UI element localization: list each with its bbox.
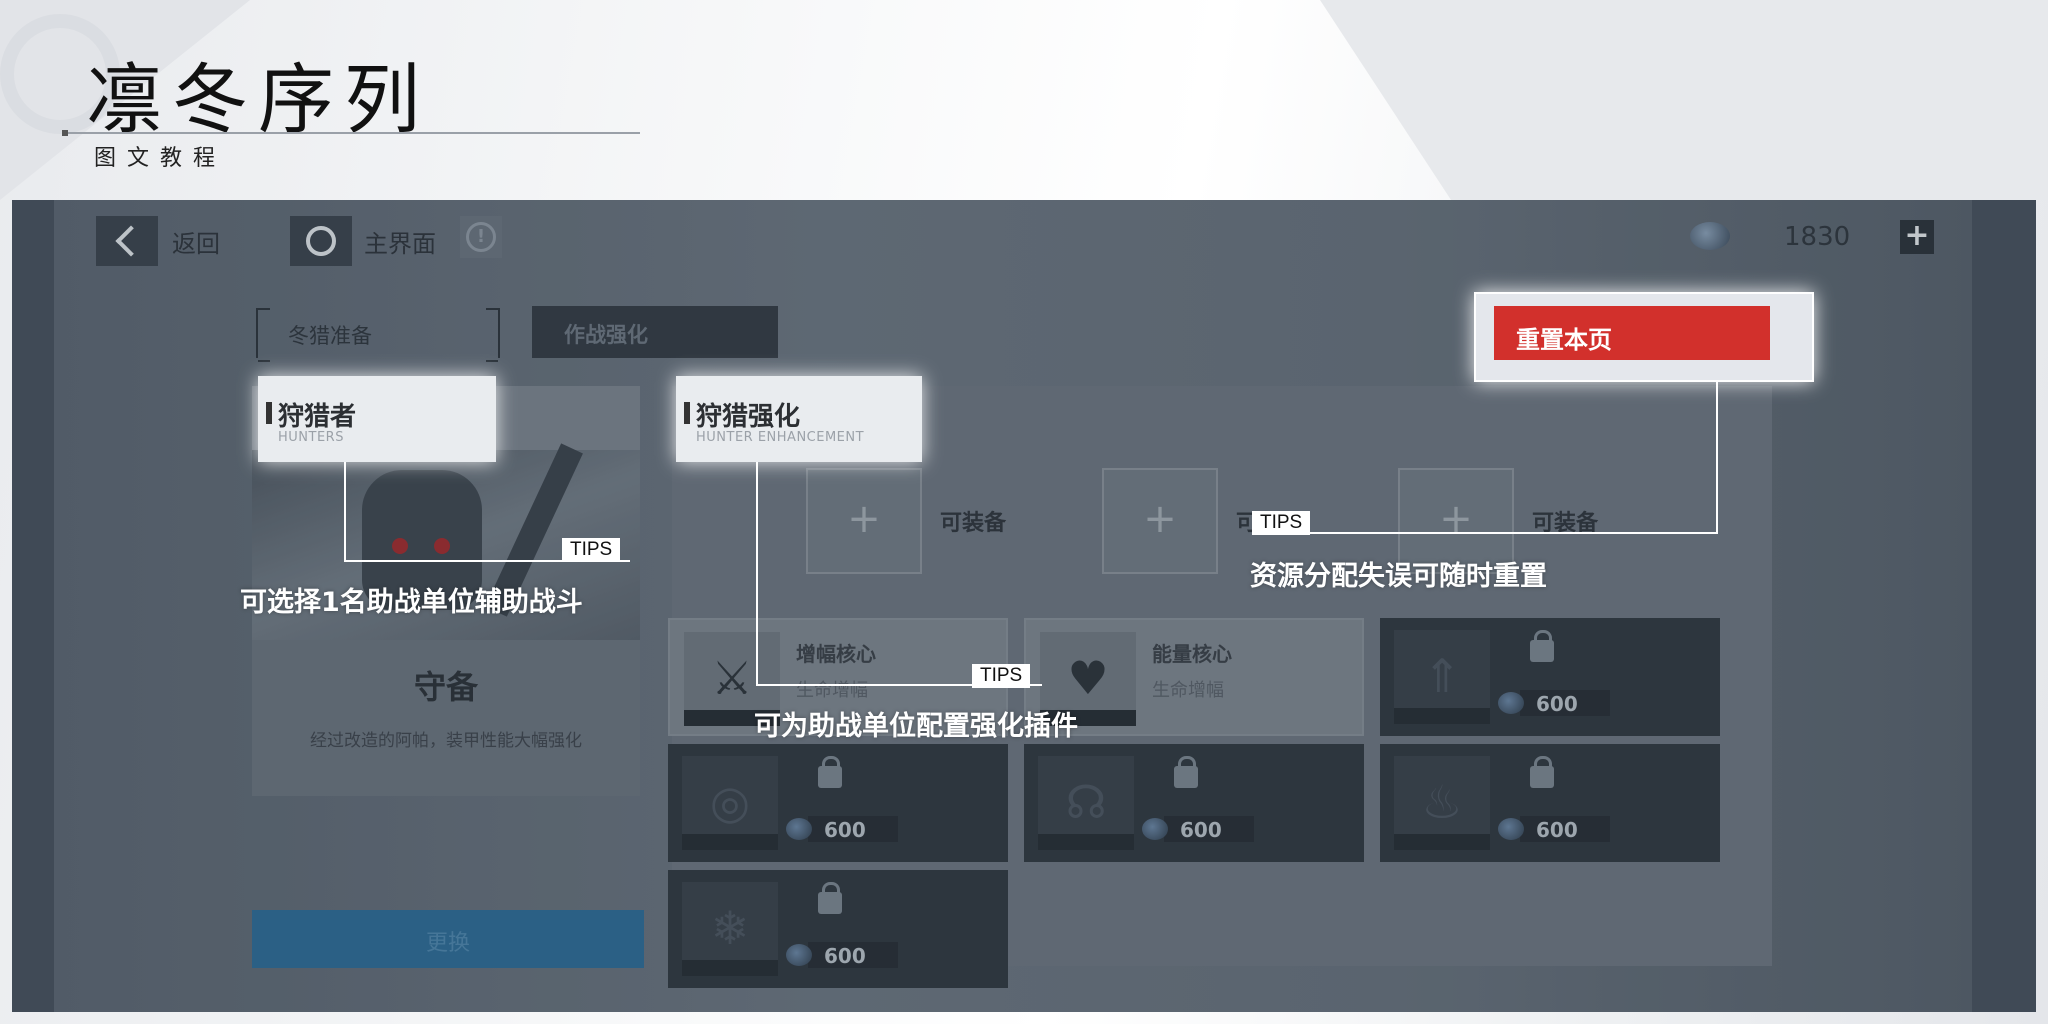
- connector-line: [1716, 382, 1718, 534]
- reset-tip-text: 资源分配失误可随时重置: [1250, 561, 1547, 592]
- enhancement-title: 狩猎强化: [696, 402, 801, 432]
- hunter-tip-text: 可选择1名助战单位辅助战斗: [240, 587, 583, 618]
- hunters-callout: 狩猎者 HUNTERS: [258, 376, 496, 462]
- title-divider: [64, 132, 640, 134]
- enhancement-callout: 狩猎强化 HUNTER ENHANCEMENT: [676, 376, 922, 462]
- slide-subtitle: 图文教程: [94, 146, 227, 171]
- hunters-title: 狩猎者: [278, 402, 357, 432]
- tips-tag: TIPS: [1252, 511, 1311, 535]
- tips-tag: TIPS: [972, 664, 1031, 688]
- connector-line: [1252, 532, 1718, 534]
- tips-tag: TIPS: [562, 538, 621, 562]
- callout-bar: [684, 402, 690, 424]
- enhancement-subtitle: HUNTER ENHANCEMENT: [696, 430, 865, 445]
- reset-page-label: 重置本页: [1516, 326, 1612, 354]
- connector-line: [756, 462, 758, 686]
- connector-line: [344, 462, 346, 562]
- enhance-tip-text: 可为助战单位配置强化插件: [754, 711, 1078, 742]
- reset-page-button[interactable]: 重置本页: [1494, 306, 1770, 360]
- title-divider-dot: [62, 130, 68, 136]
- callout-bar: [266, 402, 272, 424]
- hunters-subtitle: HUNTERS: [278, 430, 344, 445]
